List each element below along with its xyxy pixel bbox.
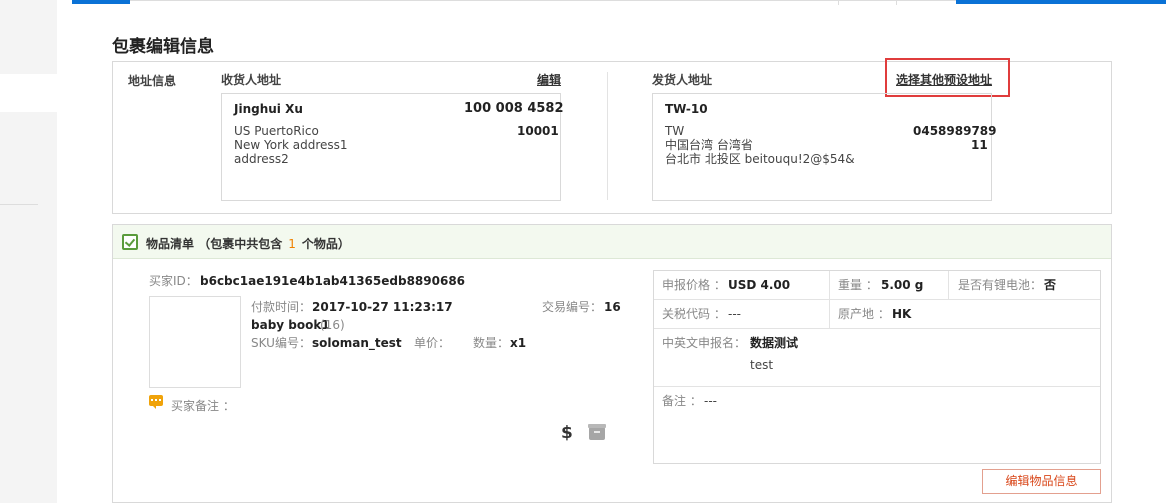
- edit-item-button[interactable]: 编辑物品信息: [982, 469, 1101, 494]
- buyer-id: b6cbc1ae191e4b1ab41365edb8890686: [200, 274, 466, 288]
- lithium-label: 是否有锂电池：: [958, 278, 1043, 292]
- checkbox-icon: [122, 234, 138, 250]
- tab-divider: [896, 0, 897, 5]
- dollar-icon[interactable]: $: [561, 423, 573, 443]
- tab-active-indicator-right[interactable]: [956, 0, 1166, 4]
- recipient-phone: 100 008 4582: [464, 101, 564, 116]
- grid-col-line: [829, 271, 830, 328]
- hs-code-value: ---: [728, 307, 741, 321]
- items-header-text: 物品清单 （包裹中共包含 1 个物品）: [146, 235, 350, 252]
- weight-label: 重量 ：: [838, 278, 878, 292]
- product-name[interactable]: baby book1: [251, 318, 330, 332]
- comment-icon: [149, 395, 163, 409]
- grid-row-line: [654, 299, 1100, 300]
- left-sidebar: [0, 0, 57, 503]
- choose-preset-address-label: 选择其他预设地址: [896, 73, 993, 87]
- sender-line1: TW: [665, 124, 685, 138]
- edit-recipient-link[interactable]: 编辑: [537, 71, 561, 88]
- sidebar-active-item[interactable]: [0, 74, 57, 112]
- remark-label: 备注 ：: [662, 394, 702, 408]
- origin-label: 原产地 ：: [838, 307, 890, 321]
- address-section-label: 地址信息: [128, 74, 177, 88]
- trade-no-label: 交易编号：: [542, 300, 603, 314]
- lithium-value: 否: [1044, 278, 1057, 292]
- quantity-value: x1: [510, 336, 527, 350]
- buyer-note-label: 买家备注 ：: [171, 399, 235, 413]
- sender-line2: 中国台湾 台湾省: [665, 138, 753, 152]
- sku-label: SKU编号：: [251, 336, 311, 350]
- recipient-title: 收货人地址: [221, 73, 282, 87]
- declared-value-label: 申报价格 ：: [662, 278, 726, 292]
- tab-active-indicator[interactable]: [72, 0, 130, 4]
- pay-time-label: 付款时间：: [251, 300, 312, 314]
- declared-name-en: test: [750, 358, 774, 372]
- weight-value: 5.00 g: [881, 278, 924, 292]
- sidebar-divider: [0, 204, 38, 205]
- sender-line3: 台北市 北投区 beitouqu!2@$54&: [665, 152, 855, 166]
- sender-title: 发货人地址: [652, 73, 713, 87]
- declared-value: USD 4.00: [728, 278, 791, 292]
- grid-row-line: [654, 386, 1100, 387]
- grid-col-line: [948, 271, 949, 299]
- sender-phone: 0458989789: [913, 124, 997, 138]
- remark-value: ---: [704, 394, 717, 408]
- items-prefix: （包裹中共包含: [198, 237, 283, 251]
- grid-row-line: [654, 328, 1100, 329]
- choose-preset-address-button[interactable]: 选择其他预设地址: [885, 58, 1010, 97]
- recipient-line1: US PuertoRico: [234, 124, 319, 138]
- trade-no: 16: [604, 300, 621, 314]
- quantity-label: 数量：: [473, 336, 510, 350]
- tab-strip-line: [130, 0, 956, 1]
- sender-name: TW-10: [665, 102, 708, 116]
- buyer-id-label: 买家ID：: [149, 274, 198, 288]
- recipient-line2: New York address1: [234, 138, 348, 152]
- package-icon[interactable]: [588, 424, 606, 440]
- product-thumbnail[interactable]: [149, 296, 241, 388]
- product-qty-paren: (16): [320, 318, 345, 332]
- hs-code-label: 关税代码 ：: [662, 307, 726, 321]
- origin-value: HK: [892, 307, 912, 321]
- top-tab-strip: [72, 0, 1166, 5]
- recipient-zip: 10001: [517, 124, 559, 138]
- sender-number: 11: [971, 138, 988, 152]
- recipient-name: Jinghui Xu: [234, 102, 303, 116]
- address-divider: [607, 72, 608, 200]
- pay-time: 2017-10-27 11:23:17: [312, 300, 453, 314]
- items-count: 1: [288, 237, 296, 251]
- unit-price-label: 单价：: [414, 336, 451, 350]
- declared-name-cn: 数据测试: [750, 336, 799, 350]
- page-title: 包裹编辑信息: [112, 37, 214, 57]
- declared-name-label: 中英文申报名：: [662, 336, 747, 350]
- tab-divider: [838, 0, 839, 5]
- sku-value: soloman_test: [312, 336, 402, 350]
- items-suffix: 个物品）: [301, 237, 350, 251]
- items-title: 物品清单: [146, 237, 195, 251]
- recipient-line3: address2: [234, 152, 289, 166]
- declaration-grid: [653, 270, 1101, 464]
